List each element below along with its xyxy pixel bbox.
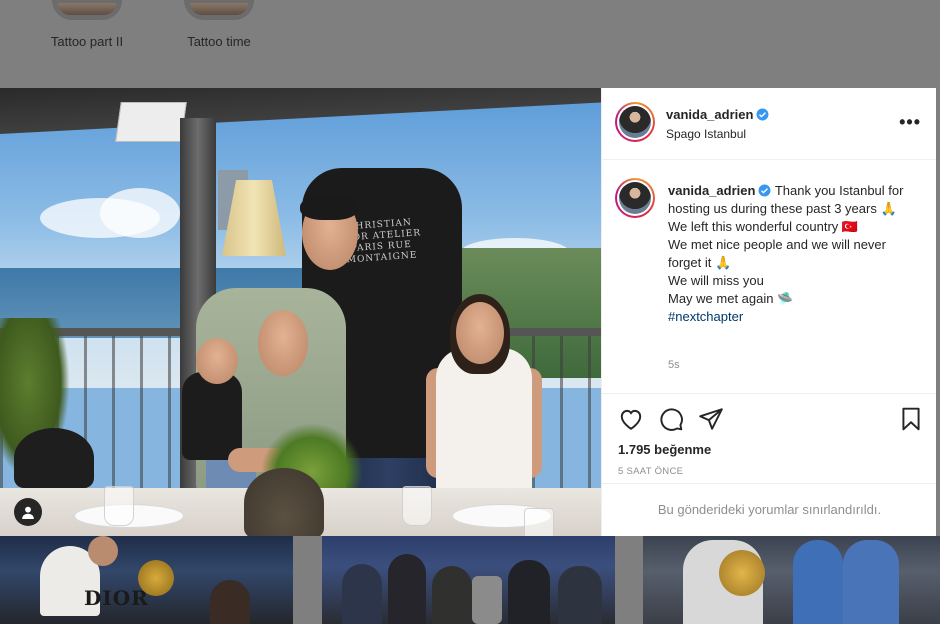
person-shape [388,554,426,624]
highlight-tattoo-time[interactable]: Tattoo time [174,0,264,49]
highlight-label: Tattoo part II [50,34,124,49]
post-caption: vanida_adrien Thank you Istanbul for hos… [668,182,918,326]
person-shape [342,564,382,624]
likes-count[interactable]: 1.795 beğenme [618,442,711,457]
trophy-shape [719,550,765,596]
tagged-users-button[interactable] [14,498,42,526]
grid-post-thumbnail[interactable] [643,536,940,624]
caption-username[interactable]: vanida_adrien [668,183,755,198]
post-photo[interactable]: CHRISTIAN DIOR ATELIER PARIS RUE MONTAIG… [0,88,601,536]
grid-post-thumbnail[interactable] [322,536,615,624]
caption-line: May we met again 🛸 [668,291,794,306]
caption-line: We will miss you [668,273,764,288]
caption-line: We met nice people and we will never for… [668,237,886,270]
trophy-shape [472,576,502,624]
verified-badge-icon [756,108,769,121]
photo-glass [402,486,432,526]
hashtag-link[interactable]: #nextchapter [668,309,743,324]
highlight-tattoo-part-2[interactable]: Tattoo part II [42,0,132,49]
verified-badge-icon [758,184,771,197]
post-timestamp[interactable]: 5 SAAT ÖNCE [618,466,683,477]
post-header: vanida_adrien Spago Istanbul ••• [602,88,936,160]
comment-icon[interactable] [658,406,684,432]
user-icon [22,506,34,519]
trophy-shape [138,560,174,596]
baby-head [196,338,238,384]
person-shape [432,566,472,624]
photo-vase [244,468,324,536]
share-icon[interactable] [698,406,724,432]
username-link[interactable]: vanida_adrien [666,107,769,122]
photo-glass [524,508,554,536]
person-head [88,536,118,566]
post-modal: CHRISTIAN DIOR ATELIER PARIS RUE MONTAIG… [0,88,936,536]
location-link[interactable]: Spago Istanbul [666,127,746,141]
person-shape [793,540,843,624]
photo-heater [14,428,94,488]
caption-age: 5s [668,359,680,371]
person-shape [843,540,899,624]
man-hair [300,194,358,220]
bookmark-icon[interactable] [898,406,924,432]
highlight-cover [52,0,122,20]
photo-glass [104,486,134,526]
photo-cloud [100,188,180,238]
photo-speaker [115,102,187,142]
woman-head [258,310,308,376]
person-shape [558,566,602,624]
caption-line: We left this wonderful country 🇹🇷 [668,219,859,234]
girl-head [456,302,504,364]
story-highlights: Tattoo part II Tattoo time [0,0,940,88]
highlight-cover [184,0,254,20]
more-options-icon[interactable]: ••• [899,112,921,133]
avatar[interactable] [615,178,655,218]
thumbnail-shirt-text: DIOR [84,586,149,610]
highlight-label: Tattoo time [187,34,251,49]
avatar[interactable] [615,102,655,142]
username: vanida_adrien [666,107,754,122]
person-shape [508,560,550,624]
post-sidebar: vanida_adrien Spago Istanbul ••• vanida_… [601,88,936,536]
baby-top [182,372,242,460]
grid-post-thumbnail[interactable]: DIOR [0,536,293,624]
heart-icon[interactable] [618,406,644,432]
comments-limited-notice: Bu gönderideki yorumlar sınırlandırıldı. [602,483,936,536]
person-shape [210,580,250,624]
